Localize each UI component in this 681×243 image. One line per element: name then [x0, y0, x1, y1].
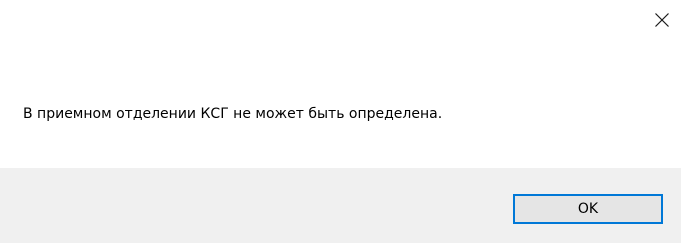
close-icon [655, 13, 669, 27]
close-button[interactable] [647, 5, 677, 35]
dialog-message: В приемном отделении КСГ не может быть о… [23, 106, 443, 122]
dialog-footer: OK [0, 168, 681, 243]
message-dialog: В приемном отделении КСГ не может быть о… [0, 0, 681, 243]
ok-button[interactable]: OK [513, 194, 663, 224]
